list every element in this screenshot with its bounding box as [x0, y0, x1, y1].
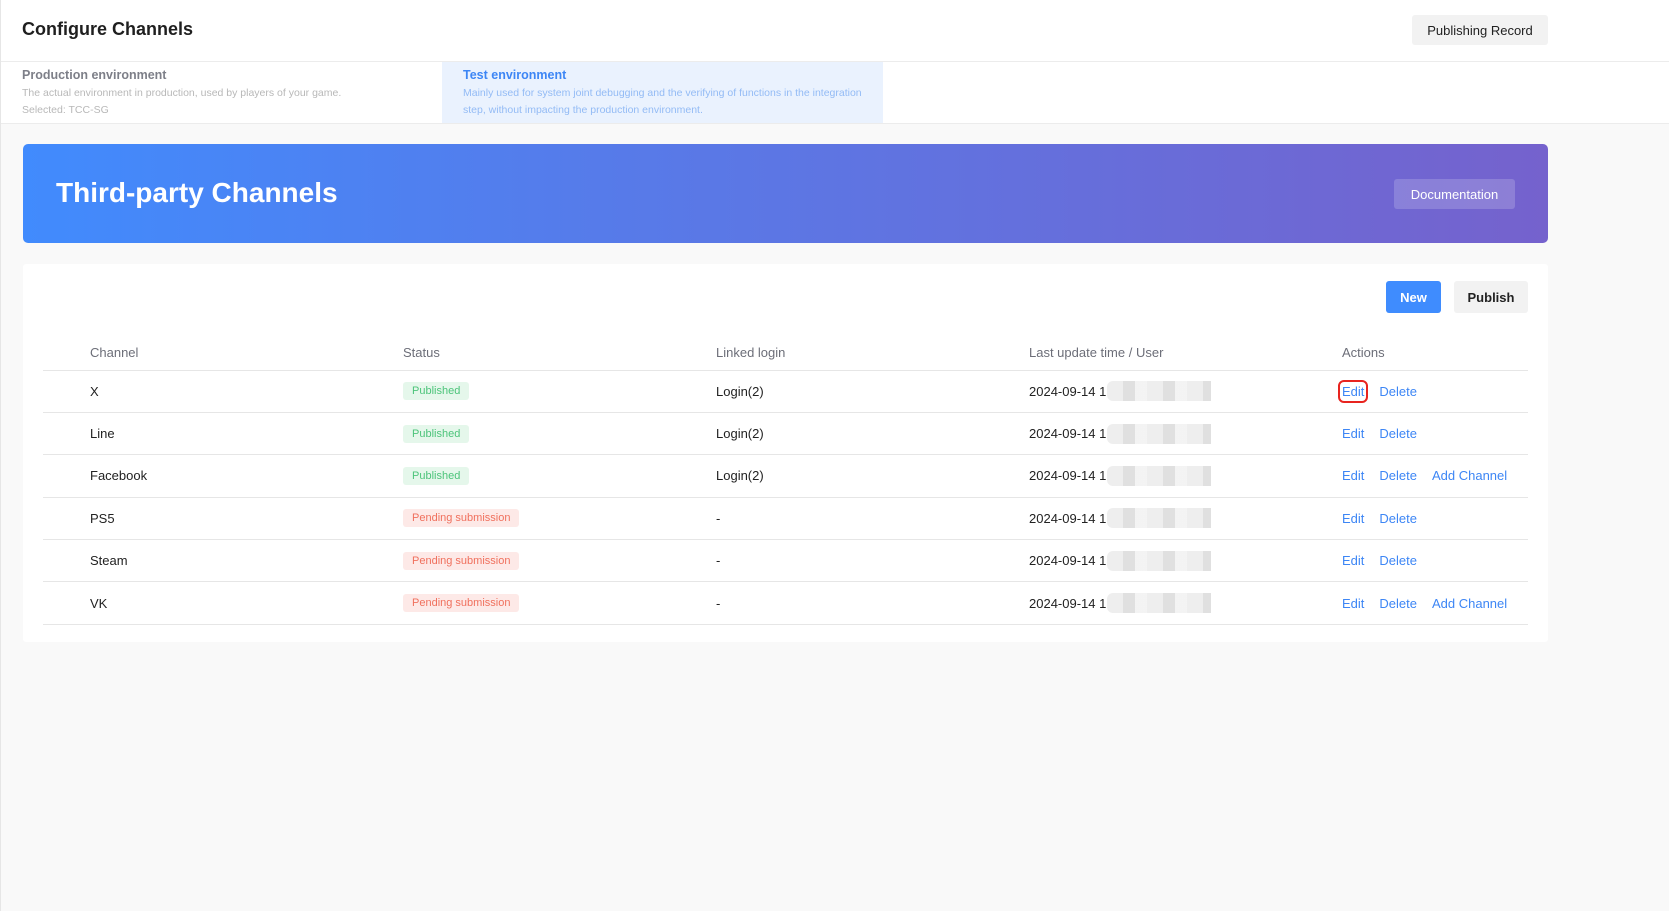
column-header-last-update: Last update time / User	[1029, 336, 1342, 371]
linked-login: Login(2)	[716, 454, 1029, 498]
status-badge: Published	[403, 466, 470, 485]
status-cell: Published	[403, 454, 716, 498]
status-cell: Published	[403, 370, 716, 413]
table-row: Facebook Published Login(2) 2024-09-14 1 Edi…	[43, 454, 1528, 498]
last-update-time: 2024-09-14 1	[1029, 468, 1107, 484]
linked-login: -	[716, 539, 1029, 583]
actions-cell: Edit Delete Add Channel	[1342, 454, 1528, 498]
channel-name: Facebook	[43, 454, 403, 498]
last-update-cell: 2024-09-14 1	[1029, 454, 1342, 498]
last-update-cell: 2024-09-14 1	[1029, 539, 1342, 583]
table-row: Steam Pending submission -2024-09-14 1 Edit…	[43, 539, 1528, 583]
last-update-cell: 2024-09-14 1	[1029, 412, 1342, 456]
table-row: X Published Login(2) 2024-09-14 1 Edit Delete	[43, 370, 1528, 413]
column-header-linked-login: Linked login	[716, 336, 1029, 371]
actions-cell: Edit Delete	[1342, 412, 1528, 456]
actions-cell: Edit Delete Add Channel	[1342, 581, 1528, 625]
table-row: VK Pending submission -2024-09-14 1 Edit Del…	[43, 581, 1528, 625]
edit-action[interactable]: Edit	[1342, 596, 1364, 611]
column-header-actions: Actions	[1342, 336, 1528, 371]
channel-name: Line	[43, 412, 403, 456]
env-tab-production[interactable]: Production environment The actual enviro…	[1, 62, 442, 123]
status-cell: Pending submission	[403, 539, 716, 583]
channel-name: VK	[43, 581, 403, 625]
documentation-button[interactable]: Documentation	[1394, 179, 1515, 209]
column-header-channel: Channel	[43, 336, 403, 371]
environment-selector: Production environment The actual enviro…	[1, 62, 1669, 161]
status-badge: Pending submission	[403, 509, 520, 528]
delete-action[interactable]: Delete	[1379, 384, 1417, 399]
edit-action[interactable]: Edit	[1342, 426, 1364, 441]
delete-action[interactable]: Delete	[1379, 426, 1417, 441]
delete-action[interactable]: Delete	[1379, 511, 1417, 526]
linked-login: Login(2)	[716, 370, 1029, 413]
publishing-record-button[interactable]: Publishing Record	[1412, 15, 1548, 45]
last-update-cell: 2024-09-14 1	[1029, 581, 1342, 625]
channel-name: X	[43, 370, 403, 413]
actions-cell: Edit Delete	[1342, 539, 1528, 583]
linked-login: -	[716, 581, 1029, 625]
redacted-user	[1107, 593, 1212, 614]
edit-action[interactable]: Edit	[1337, 379, 1369, 403]
publish-button[interactable]: Publish	[1454, 281, 1528, 313]
linked-login: -	[716, 497, 1029, 541]
last-update-time: 2024-09-14 1	[1029, 553, 1107, 569]
env-title: Test environment	[463, 68, 567, 82]
env-selected: Selected: TCC-SG	[22, 104, 109, 116]
channel-name: Steam	[43, 539, 403, 583]
new-button[interactable]: New	[1386, 281, 1441, 313]
last-update-cell: 2024-09-14 1	[1029, 370, 1342, 413]
column-header-status: Status	[403, 336, 716, 371]
redacted-user	[1107, 550, 1212, 571]
last-update-time: 2024-09-14 1	[1029, 510, 1107, 526]
banner-title: Third-party Channels	[56, 177, 338, 208]
delete-action[interactable]: Delete	[1379, 596, 1417, 611]
channel-name: PS5	[43, 497, 403, 541]
status-cell: Pending submission	[403, 581, 716, 625]
last-update-time: 2024-09-14 1	[1029, 595, 1107, 611]
last-update-cell: 2024-09-14 1	[1029, 497, 1342, 541]
status-badge: Pending submission	[403, 551, 520, 570]
add-channel-action[interactable]: Add Channel	[1432, 596, 1507, 611]
actions-cell: Edit Delete	[1342, 497, 1528, 541]
channels-table: Channel Status Linked login Last update …	[43, 336, 1528, 625]
status-badge: Pending submission	[403, 594, 520, 613]
table-row: PS5 Pending submission -2024-09-14 1 Edit De…	[43, 497, 1528, 541]
status-badge: Published	[403, 382, 470, 401]
env-tab-test[interactable]: Test environment Mainly used for system …	[442, 62, 883, 123]
channels-card: New Publish Channel Status Linked login …	[23, 264, 1548, 642]
edit-action[interactable]: Edit	[1342, 511, 1364, 526]
status-cell: Pending submission	[403, 497, 716, 541]
table-row: Line Published Login(2) 2024-09-14 1 Edit Del…	[43, 412, 1528, 456]
edit-action[interactable]: Edit	[1342, 553, 1364, 568]
env-description: The actual environment in production, us…	[22, 87, 342, 99]
add-channel-action[interactable]: Add Channel	[1432, 468, 1507, 483]
linked-login: Login(2)	[716, 412, 1029, 456]
top-bar: Configure Channels Publishing Record	[1, 0, 1669, 62]
table-header-row: Channel Status Linked login Last update …	[43, 336, 1528, 371]
redacted-user	[1107, 508, 1212, 529]
delete-action[interactable]: Delete	[1379, 553, 1417, 568]
status-cell: Published	[403, 412, 716, 456]
env-description: Mainly used for system joint debugging a…	[463, 87, 862, 116]
env-title: Production environment	[22, 68, 167, 82]
last-update-time: 2024-09-14 1	[1029, 426, 1107, 442]
redacted-user	[1107, 423, 1212, 444]
redacted-user	[1107, 381, 1212, 402]
page-title: Configure Channels	[22, 19, 194, 39]
last-update-time: 2024-09-14 1	[1029, 383, 1107, 399]
actions-cell: Edit Delete	[1337, 370, 1528, 413]
status-badge: Published	[403, 424, 470, 443]
delete-action[interactable]: Delete	[1379, 468, 1417, 483]
third-party-channels-banner: Third-party Channels Documentation	[23, 144, 1548, 243]
redacted-user	[1107, 465, 1212, 486]
edit-action[interactable]: Edit	[1342, 468, 1364, 483]
